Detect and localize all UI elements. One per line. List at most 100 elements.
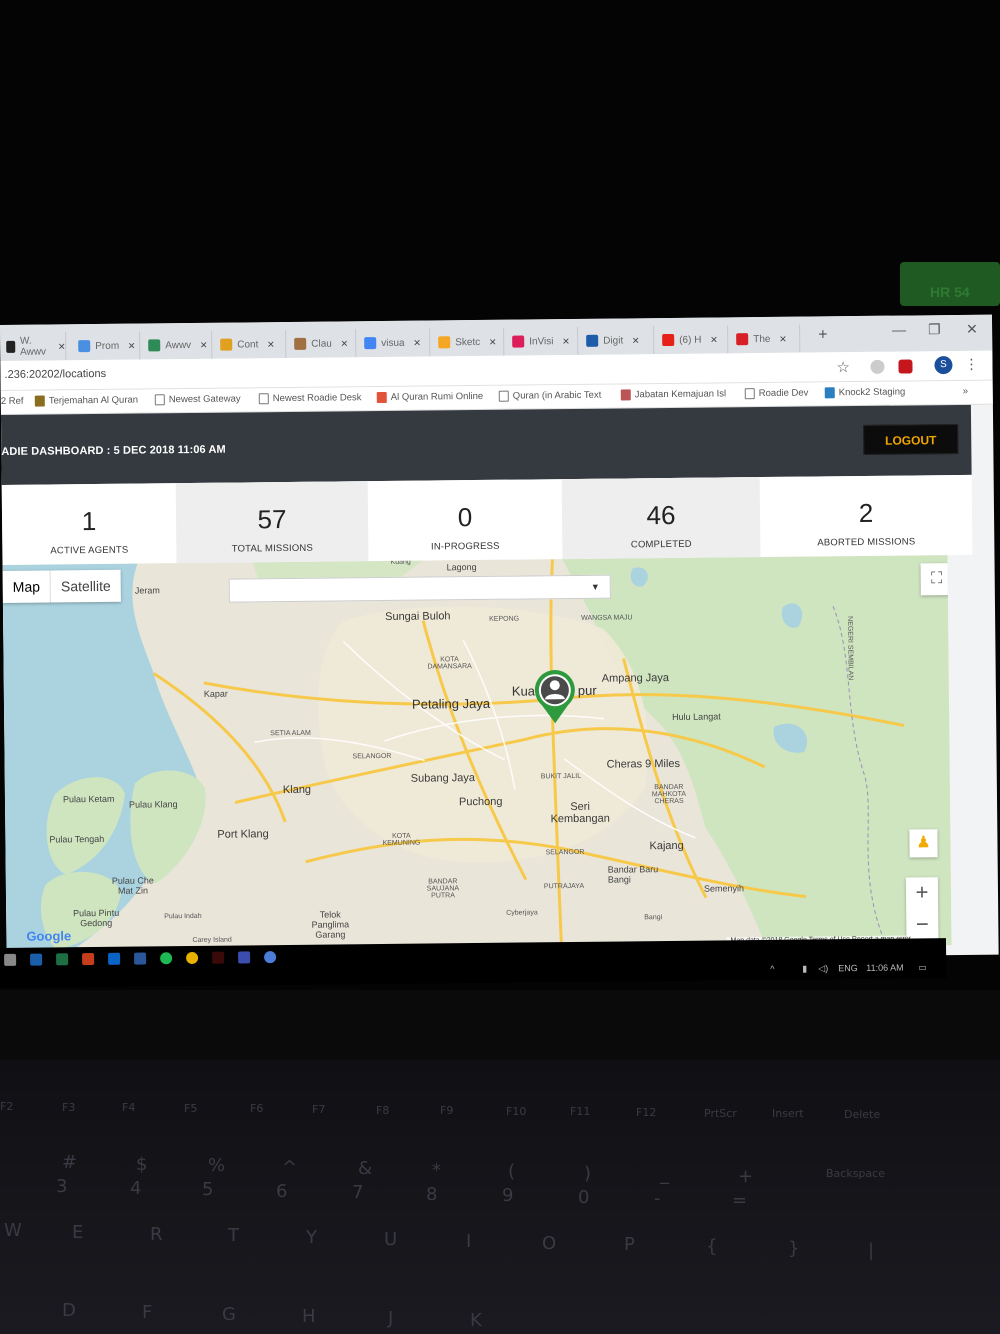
bookmark-icon [620, 389, 631, 401]
keyboard-key: Insert [772, 1107, 804, 1121]
fullscreen-icon[interactable]: ⛶ [920, 563, 952, 596]
map-view[interactable]: Jeram Kuang Lagong Sungai Buloh KEPONG W… [2, 555, 952, 955]
map-type-satellite-button[interactable]: Satellite [49, 569, 121, 603]
bookmark-item[interactable]: Quran (in Arabic Text [498, 390, 601, 402]
close-tab-icon[interactable]: × [710, 332, 717, 346]
laptop-keyboard: F2 F3 F4 F5 F6 F7 F8 F9 F10 F11 F12 PrtScr Insert Del… [0, 1060, 1000, 1334]
chevron-down-icon: ▼ [590, 581, 600, 592]
tab-favicon-icon [148, 339, 161, 352]
browser-tab[interactable]: W. Awwv × [0, 332, 67, 361]
keyboard-key: F12 [636, 1106, 657, 1119]
app-icon[interactable] [264, 951, 277, 964]
acrobat-icon[interactable] [212, 951, 225, 964]
close-tab-icon[interactable]: × [128, 339, 135, 353]
map-label: Pulau Klang [128, 799, 178, 810]
map-label: BUKIT JALIL [540, 772, 582, 781]
bookmark-star-icon[interactable]: ☆ [836, 358, 850, 376]
minimize-icon[interactable]: — [892, 322, 906, 338]
browser-tab[interactable]: Sketc × [432, 327, 505, 357]
close-tab-icon[interactable]: × [413, 336, 420, 350]
keyboard-key: * [432, 1159, 441, 1181]
keyboard-key: ( [508, 1161, 516, 1182]
bookmark-label: Terjemahan Al Quran [48, 394, 139, 407]
teams-icon[interactable] [238, 951, 251, 964]
restore-icon[interactable]: ❐ [928, 321, 941, 338]
map-type-map-button[interactable]: Map [3, 570, 51, 602]
notification-chevron-icon[interactable]: ^ [770, 964, 774, 974]
map-label: WANGSA MAJU [581, 614, 633, 622]
close-tab-icon[interactable]: × [267, 337, 274, 351]
bookmark-item[interactable]: Roadie Dev [744, 388, 808, 400]
tab-label: visua [381, 337, 405, 349]
tab-label: InVisi [529, 335, 554, 347]
stat-total-missions: 57 TOTAL MISSIONS [175, 481, 369, 564]
agent-location-marker[interactable] [532, 669, 579, 725]
bookmark-item[interactable]: Knock2 Staging [824, 387, 905, 399]
network-icon[interactable]: ▮ [802, 964, 807, 975]
browser-tab[interactable]: Prom × [72, 331, 141, 361]
close-tab-icon[interactable]: × [200, 338, 207, 352]
street-view-pegman-icon[interactable]: ♟ [909, 829, 938, 858]
volume-icon[interactable]: ◁) [818, 963, 828, 974]
close-window-icon[interactable]: ✕ [966, 321, 978, 338]
clock[interactable]: 11:06 AM [866, 963, 903, 973]
bookmark-item[interactable]: Newest Roadie Desk [258, 392, 362, 405]
bookmark-item[interactable]: Jabatan Kemajuan Isl [620, 388, 726, 401]
app-header: ADIE DASHBOARD : 5 DEC 2018 11:06 AM LOG… [0, 404, 972, 485]
close-tab-icon[interactable]: × [58, 339, 65, 353]
browser-tab[interactable]: visua × [358, 328, 431, 358]
close-tab-icon[interactable]: × [779, 332, 786, 346]
keyboard-key: O [542, 1232, 557, 1254]
map-label: Kajang [649, 839, 684, 853]
zoom-in-button[interactable]: + [906, 877, 938, 909]
word-icon[interactable] [134, 952, 147, 965]
close-tab-icon[interactable]: × [632, 333, 639, 347]
close-tab-icon[interactable]: × [489, 335, 496, 349]
browser-tab[interactable]: The × [730, 324, 801, 354]
logout-button[interactable]: LOGOUT [863, 423, 959, 455]
action-center-icon[interactable]: ▭ [918, 962, 927, 973]
keyboard-key: 0 [578, 1186, 590, 1208]
browser-tab[interactable]: Clau × [288, 329, 357, 358]
keyboard-key: D [62, 1300, 76, 1321]
stat-label: ACTIVE AGENTS [50, 544, 129, 557]
browser-tab[interactable]: InVisi × [506, 326, 579, 356]
bookmarks-overflow-icon[interactable]: » [963, 386, 968, 397]
browser-tab[interactable]: Cont × [214, 330, 287, 359]
profile-avatar[interactable]: S [934, 356, 953, 375]
bookmark-item[interactable]: 2 Ref [1, 396, 24, 407]
spotify-icon[interactable] [160, 952, 173, 965]
browser-tab[interactable]: Awwv × [142, 330, 213, 360]
keyboard-key: 9 [502, 1185, 514, 1206]
stat-label: ABORTED MISSIONS [817, 536, 916, 549]
browser-menu-icon[interactable]: ⋮ [964, 356, 978, 373]
bookmark-item[interactable]: Newest Gateway [154, 393, 241, 406]
language-indicator[interactable]: ENG [838, 963, 858, 973]
keyboard-key: F5 [184, 1101, 198, 1115]
close-tab-icon[interactable]: × [562, 334, 569, 348]
bookmark-item[interactable]: Al Quran Rumi Online [376, 391, 483, 404]
file-explorer-icon[interactable] [4, 953, 17, 966]
map-label: Pulau Ketam [62, 793, 115, 805]
pdf-extension-icon[interactable] [898, 359, 913, 374]
bookmark-item[interactable]: Terjemahan Al Quran [34, 394, 139, 407]
browser-tab[interactable]: Digit × [580, 326, 655, 355]
extension-icon[interactable] [870, 359, 885, 374]
powerpoint-icon[interactable] [82, 953, 95, 966]
laptop-sticker: HR 54 [900, 262, 1000, 306]
map-label: Sungai Buloh [385, 610, 451, 623]
close-tab-icon[interactable]: × [341, 336, 348, 350]
app-icon[interactable] [30, 953, 43, 966]
outlook-icon[interactable] [108, 952, 121, 965]
tab-label: Cont [237, 338, 259, 351]
excel-icon[interactable] [56, 953, 69, 966]
keyboard-key: F3 [62, 1100, 76, 1114]
map-label: Ampang Jaya [601, 672, 670, 685]
url-field[interactable]: .236:20202/locations [4, 368, 106, 381]
agent-select[interactable]: ▼ [228, 574, 611, 603]
keyboard-key: PrtScr [704, 1106, 737, 1120]
chrome-icon[interactable] [186, 951, 199, 965]
stat-label: TOTAL MISSIONS [231, 542, 314, 555]
browser-tab[interactable]: (6) H × [656, 325, 729, 355]
new-tab-button[interactable]: + [818, 326, 828, 344]
